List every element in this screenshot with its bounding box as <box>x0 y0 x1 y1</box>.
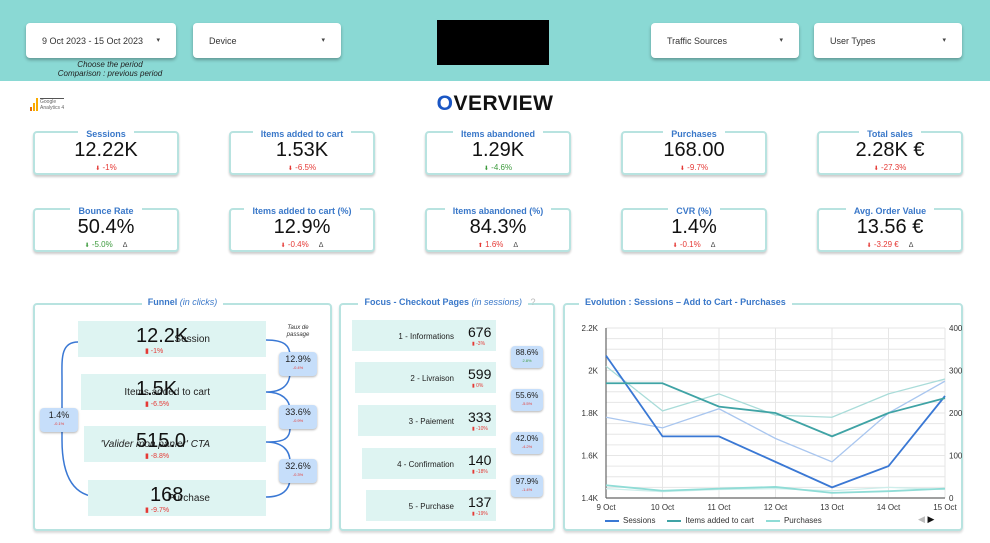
legend-pager: ◀ ▶ <box>918 514 934 525</box>
x-tick-label: 14 Oct <box>877 503 901 512</box>
legend-label: Sessions <box>623 516 656 525</box>
x-tick-label: 9 Oct <box>596 503 616 512</box>
evolution-chart: 1.4K 1.6K 1.8K 2K 2.2K 0 100 200 300 400 9 Oct 10 O… <box>582 324 963 512</box>
y-right-tick-label: 100 <box>949 452 963 461</box>
legend-swatch <box>765 519 780 522</box>
y-left-tick-label: 2K <box>588 367 598 376</box>
legend-label: Items added to cart <box>685 516 754 525</box>
legend-swatch <box>605 519 619 522</box>
x-tick-label: 15 Oct <box>933 503 957 512</box>
y-left-tick-label: 2.2K <box>582 324 599 333</box>
legend-label: Purchases <box>783 516 822 525</box>
legend-item[interactable]: Items added to cart <box>667 516 754 525</box>
legend-prev-icon[interactable]: ◀ <box>918 514 925 524</box>
legend-item[interactable]: Purchases <box>765 516 822 525</box>
y-right-tick-label: 0 <box>949 494 954 503</box>
y-right-tick-label: 400 <box>949 324 963 333</box>
y-right-tick-label: 300 <box>949 367 963 376</box>
x-tick-label: 13 Oct <box>820 503 844 512</box>
legend-next-icon[interactable]: ▶ <box>927 514 934 524</box>
y-left-tick-label: 1.8K <box>582 409 599 418</box>
legend-swatch <box>667 519 682 522</box>
y-left-tick-label: 1.6K <box>582 452 599 461</box>
x-tick-label: 11 Oct <box>708 503 732 512</box>
legend-item[interactable]: Sessions <box>605 516 655 525</box>
y-left-tick-label: 1.4K <box>582 494 599 503</box>
chart-legend: Sessions Items added to cart Purchases <box>605 516 822 525</box>
x-tick-label: 10 Oct <box>651 503 675 512</box>
x-tick-label: 12 Oct <box>764 503 788 512</box>
y-right-tick-label: 200 <box>949 409 963 418</box>
